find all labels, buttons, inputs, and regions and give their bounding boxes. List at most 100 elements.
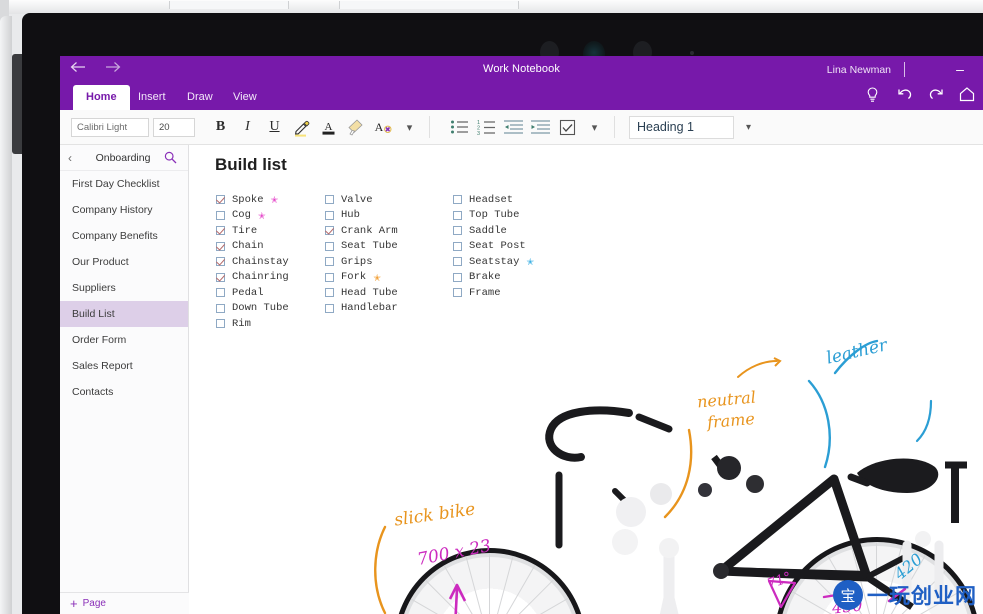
checklist-label: Top Tube (469, 209, 520, 222)
highlighter-icon[interactable] (288, 114, 315, 140)
checkbox[interactable] (216, 272, 225, 282)
undo-icon[interactable] (897, 87, 913, 105)
checklist-item[interactable]: Rim (216, 316, 289, 332)
checkbox[interactable] (325, 241, 334, 251)
checkbox[interactable] (325, 288, 334, 298)
checkbox[interactable] (453, 226, 462, 236)
checklist-item[interactable]: Pedal (216, 285, 289, 301)
checkbox[interactable] (216, 226, 225, 236)
bold-icon[interactable]: B (207, 114, 234, 140)
checklist-item[interactable]: Grips (325, 254, 398, 270)
checklist-item[interactable]: Seat Tube (325, 239, 398, 255)
checkbox[interactable] (325, 195, 334, 205)
add-page-button[interactable]: + Page (60, 592, 189, 614)
style-selector[interactable]: Heading 1 (629, 115, 734, 139)
underline-icon[interactable]: U (261, 114, 288, 140)
checkbox[interactable] (216, 303, 225, 313)
page-title[interactable]: Build list (215, 155, 287, 175)
tab-insert[interactable]: Insert (125, 85, 179, 110)
checklist-item[interactable]: Chain (216, 239, 289, 255)
checklist-item[interactable]: Brake (453, 270, 534, 286)
checklist-label: Tire (232, 224, 258, 237)
sidebar-item-company-history[interactable]: Company History (60, 197, 188, 223)
chevron-left-icon[interactable]: ‹ (68, 151, 82, 165)
checklist-item[interactable]: Chainstay (216, 254, 289, 270)
sidebar-item-company-benefits[interactable]: Company Benefits (60, 223, 188, 249)
sidebar-item-build-list[interactable]: Build List (60, 301, 188, 327)
minimize-button[interactable]: – (947, 60, 973, 80)
font-name-input[interactable]: Calibri Light (71, 117, 149, 137)
checkbox[interactable] (325, 257, 334, 267)
checklist-item[interactable]: Handlebar (325, 301, 398, 317)
sidebar-item-suppliers[interactable]: Suppliers (60, 275, 188, 301)
clear-formatting-icon[interactable]: A (369, 114, 396, 140)
bullet-list-icon[interactable] (446, 114, 473, 140)
redo-icon[interactable] (928, 87, 944, 105)
search-icon[interactable] (164, 151, 180, 164)
share-icon[interactable] (959, 87, 975, 105)
checkbox[interactable] (453, 288, 462, 298)
tab-view[interactable]: View (220, 85, 270, 110)
checkbox[interactable] (325, 272, 334, 282)
font-size-input[interactable]: 20 (153, 117, 195, 137)
italic-icon[interactable]: I (234, 114, 261, 140)
checklist-item[interactable]: Frame (453, 285, 534, 301)
decrease-indent-icon[interactable] (500, 114, 527, 140)
checklist-item[interactable]: Saddle (453, 223, 534, 239)
sidebar-item-sales-report[interactable]: Sales Report (60, 353, 188, 379)
checklist-item[interactable]: Headset (453, 192, 534, 208)
checkbox[interactable] (325, 210, 334, 220)
checkbox[interactable] (453, 241, 462, 251)
checklist-label: Spoke (232, 193, 264, 206)
checklist-item[interactable]: Fork ✭ (325, 270, 398, 286)
list-group-chevron-down-icon[interactable]: ▾ (581, 114, 608, 140)
checklist-item[interactable]: Seat Post (453, 239, 534, 255)
tell-me-lightbulb-icon[interactable] (866, 87, 882, 105)
sidebar-item-order-form[interactable]: Order Form (60, 327, 188, 353)
sidebar-item-first-day-checklist[interactable]: First Day Checklist (60, 171, 188, 197)
checklist-label: Head Tube (341, 286, 398, 299)
checkbox[interactable] (453, 272, 462, 282)
sidebar-item-contacts[interactable]: Contacts (60, 379, 188, 405)
font-group-chevron-down-icon[interactable]: ▾ (396, 114, 423, 140)
tab-home[interactable]: Home (73, 85, 130, 110)
note-canvas[interactable]: Build list Spoke ✭ Cog ✭ Tire Chain Chains… (189, 145, 983, 614)
checklist-item[interactable]: Tire (216, 223, 289, 239)
status-led (690, 51, 694, 55)
checkbox[interactable] (216, 210, 225, 220)
checkbox[interactable] (216, 195, 225, 205)
checklist-item[interactable]: Crank Arm (325, 223, 398, 239)
checkbox[interactable] (453, 195, 462, 205)
increase-indent-icon[interactable] (527, 114, 554, 140)
section-name[interactable]: Onboarding (82, 152, 164, 164)
checkbox[interactable] (216, 241, 225, 251)
checklist-item[interactable]: Cog ✭ (216, 208, 289, 224)
user-account-name[interactable]: Lina Newman (827, 64, 891, 76)
font-color-icon[interactable]: A (315, 114, 342, 140)
checklist-item[interactable]: Chainring (216, 270, 289, 286)
svg-text:A: A (325, 121, 333, 133)
checkbox[interactable] (325, 303, 334, 313)
todo-checkbox-icon[interactable] (554, 114, 581, 140)
checkbox[interactable] (216, 319, 225, 329)
checkbox[interactable] (325, 226, 334, 236)
checklist-item[interactable]: Valve (325, 192, 398, 208)
checkbox[interactable] (453, 210, 462, 220)
checklist-item[interactable]: Seatstay ✭ (453, 254, 534, 270)
checklist-item[interactable]: Spoke ✭ (216, 192, 289, 208)
style-chevron-down-icon[interactable]: ▾ (746, 122, 751, 133)
bike-parts-photo (189, 145, 983, 614)
checkbox[interactable] (216, 257, 225, 267)
format-painter-icon[interactable] (342, 114, 369, 140)
title-bar: Work Notebook Lina Newman – (60, 56, 983, 85)
checklist-item[interactable]: Head Tube (325, 285, 398, 301)
numbered-list-icon[interactable]: 123 (473, 114, 500, 140)
checklist-item[interactable]: Top Tube (453, 208, 534, 224)
sidebar-item-our-product[interactable]: Our Product (60, 249, 188, 275)
checklist-item[interactable]: Hub (325, 208, 398, 224)
checklist-label: Brake (469, 271, 501, 284)
checkbox[interactable] (453, 257, 462, 267)
checkbox[interactable] (216, 288, 225, 298)
checklist-item[interactable]: Down Tube (216, 301, 289, 317)
tab-draw[interactable]: Draw (174, 85, 226, 110)
